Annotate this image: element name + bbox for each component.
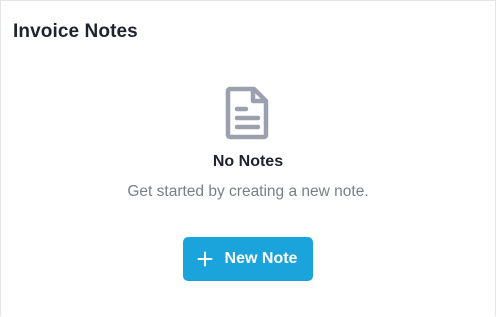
new-note-button[interactable]: New Note — [182, 237, 314, 281]
document-icon — [225, 86, 269, 140]
empty-state-title: No Notes — [212, 153, 284, 170]
empty-state-subtitle: Get started by creating a new note. — [127, 183, 369, 200]
panel-title: Invoice Notes — [13, 21, 138, 42]
plus-icon — [197, 251, 213, 267]
empty-state: No Notes Get started by creating a new n… — [1, 85, 495, 281]
new-note-label: New Note — [224, 250, 298, 267]
invoice-notes-panel: Invoice Notes No Notes Get started by cr… — [0, 0, 496, 316]
